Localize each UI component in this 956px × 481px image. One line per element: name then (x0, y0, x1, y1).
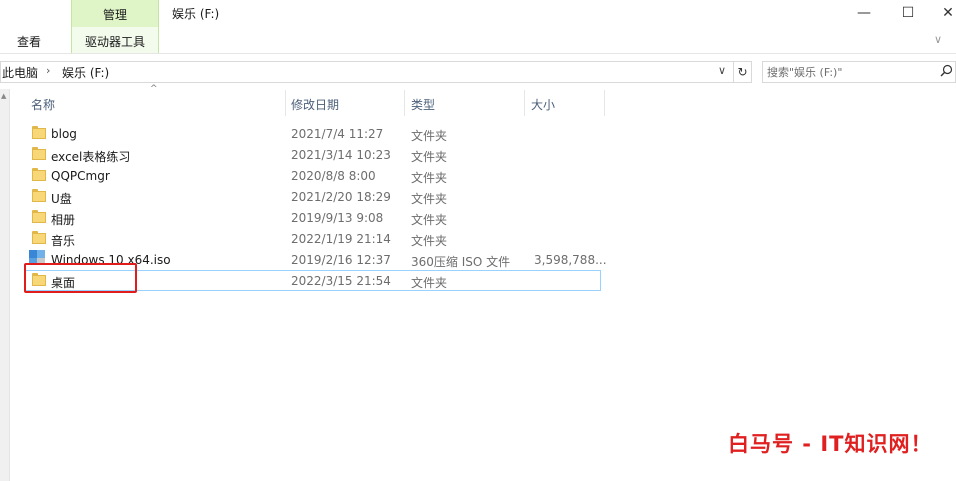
column-header-name[interactable]: 名称 (31, 96, 55, 113)
file-row[interactable]: blog 2021/7/4 11:27 文件夹 (24, 123, 601, 144)
ribbon-divider (0, 53, 956, 54)
column-header-date[interactable]: 修改日期 (291, 96, 339, 113)
breadcrumb-current-drive[interactable]: 娱乐 (F:) (62, 64, 109, 81)
address-dropdown-icon[interactable]: ∨ (718, 64, 726, 77)
folder-icon (32, 168, 46, 181)
file-type: 文件夹 (411, 276, 448, 290)
scroll-up-arrow-icon[interactable]: ▲ (1, 92, 6, 100)
search-icon[interactable] (940, 64, 953, 77)
column-divider[interactable] (604, 90, 605, 116)
chevron-right-icon[interactable]: › (46, 64, 50, 77)
file-date: 2022/3/15 21:54 (291, 274, 391, 288)
window-title: 娱乐 (F:) (172, 7, 220, 21)
file-type: 文件夹 (411, 234, 448, 248)
column-header-type[interactable]: 类型 (411, 96, 435, 113)
file-name: 音乐 (51, 234, 76, 248)
column-divider[interactable] (524, 90, 525, 116)
minimize-button[interactable]: — (841, 0, 887, 26)
file-date: 2019/2/16 12:37 (291, 253, 391, 267)
folder-icon (32, 210, 46, 223)
file-name: excel表格练习 (51, 150, 131, 164)
breadcrumb-this-pc[interactable]: 此电脑 (2, 64, 38, 81)
nav-pane-scrollbar[interactable] (0, 89, 10, 481)
file-size: 3,598,788... (534, 253, 607, 267)
file-row[interactable]: 相册 2019/9/13 9:08 文件夹 (24, 207, 601, 228)
file-row[interactable]: excel表格练习 2021/3/14 10:23 文件夹 (24, 144, 601, 165)
refresh-icon[interactable]: ↻ (734, 61, 752, 83)
address-bar[interactable] (0, 61, 734, 83)
tab-drive-tools[interactable]: 驱动器工具 (71, 33, 159, 50)
column-divider[interactable] (404, 90, 405, 116)
folder-icon (32, 231, 46, 244)
file-date: 2021/2/20 18:29 (291, 190, 391, 204)
file-type: 360压缩 ISO 文件 (411, 255, 511, 269)
file-date: 2021/7/4 11:27 (291, 127, 384, 141)
file-date: 2019/9/13 9:08 (291, 211, 384, 225)
file-name: U盘 (51, 192, 72, 206)
file-type: 文件夹 (411, 171, 448, 185)
file-date: 2020/8/8 8:00 (291, 169, 376, 183)
file-type: 文件夹 (411, 129, 448, 143)
close-button[interactable]: ✕ (925, 0, 956, 26)
file-name: QQPCmgr (51, 169, 110, 183)
file-type: 文件夹 (411, 213, 448, 227)
file-date: 2021/3/14 10:23 (291, 148, 391, 162)
file-row[interactable]: U盘 2021/2/20 18:29 文件夹 (24, 186, 601, 207)
folder-icon (32, 189, 46, 202)
manage-contextual-tab[interactable]: 管理 (71, 6, 159, 23)
tab-view[interactable]: 查看 (17, 33, 41, 50)
chevron-down-icon[interactable]: ∨ (934, 33, 942, 46)
column-divider[interactable] (285, 90, 286, 116)
file-row[interactable]: QQPCmgr 2020/8/8 8:00 文件夹 (24, 165, 601, 186)
watermark-text: 白马号 - IT知识网！ (728, 432, 933, 456)
red-highlight-box (24, 263, 137, 293)
file-type: 文件夹 (411, 192, 448, 206)
folder-icon (32, 126, 46, 139)
file-type: 文件夹 (411, 150, 448, 164)
folder-icon (32, 147, 46, 160)
file-date: 2022/1/19 21:14 (291, 232, 391, 246)
file-name: 相册 (51, 213, 76, 227)
column-header-size[interactable]: 大小 (531, 96, 555, 113)
file-name: blog (51, 127, 77, 141)
search-input[interactable] (767, 63, 937, 81)
sort-ascending-icon: ^ (150, 84, 158, 94)
file-row[interactable]: 音乐 2022/1/19 21:14 文件夹 (24, 228, 601, 249)
